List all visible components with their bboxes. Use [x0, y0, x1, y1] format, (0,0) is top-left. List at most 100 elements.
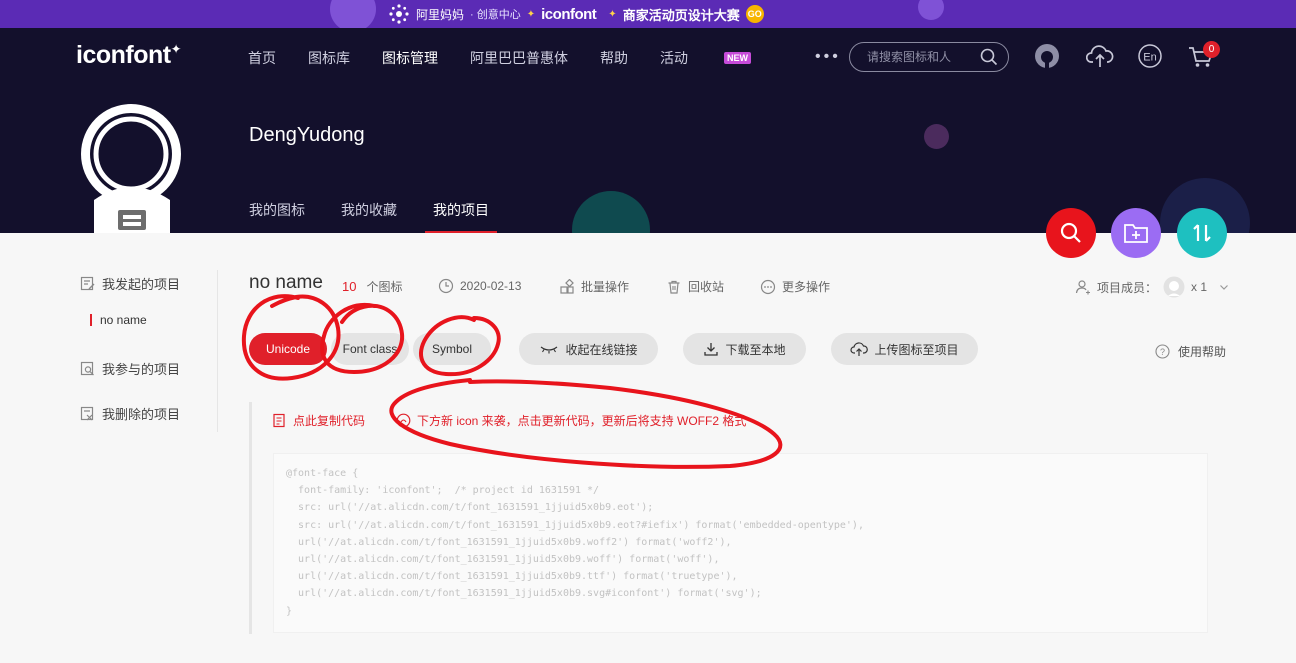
sidebar-divider	[217, 270, 218, 432]
upload-icons-label: 上传图标至项目	[874, 342, 959, 357]
code-section-border	[249, 402, 252, 634]
sparkle-icon: ✦	[526, 8, 536, 20]
banner-brand: 阿里妈妈	[416, 7, 465, 22]
nav-item-puhuiti[interactable]: 阿里巴巴普惠体	[470, 48, 568, 68]
delete-doc-icon	[80, 406, 94, 420]
info-circle-icon	[396, 413, 411, 428]
svg-text:?: ?	[1160, 347, 1165, 357]
alimama-logo-icon	[389, 4, 409, 24]
download-local-button[interactable]: 下载至本地	[683, 333, 806, 365]
tab-unicode[interactable]: Unicode	[249, 333, 327, 365]
icon-count: 10 个图标	[342, 278, 402, 295]
collapse-online-link-button[interactable]: 收起在线链接	[519, 333, 658, 365]
sidebar-item-label: 我删除的项目	[102, 406, 181, 422]
language-icon[interactable]: En	[1137, 43, 1163, 69]
recycle-bin-label: 回收站	[688, 280, 725, 294]
hero-decoration	[572, 191, 650, 233]
tab-font-class[interactable]: Font class	[331, 333, 409, 365]
tab-my-favorites[interactable]: 我的收藏	[341, 200, 397, 220]
search-input[interactable]: 请搜索图标和人	[849, 42, 1009, 72]
trash-icon	[668, 280, 680, 294]
github-icon[interactable]	[1034, 43, 1060, 69]
svg-text:En: En	[1143, 52, 1156, 64]
project-sidebar: 我发起的项目 no name 我参与的项目 我删除的项目	[80, 273, 217, 423]
fab-add-folder-button[interactable]	[1111, 208, 1161, 258]
sidebar-item-label: no name	[100, 313, 147, 327]
sidebar-item-label: 我参与的项目	[102, 361, 181, 377]
sidebar-item-label: 我发起的项目	[102, 276, 181, 292]
sidebar-item-joined-projects[interactable]: 我参与的项目	[80, 358, 217, 378]
usage-help-link[interactable]: ? 使用帮助	[1155, 343, 1226, 360]
main-nav: 首页 图标库 图标管理 阿里巴巴普惠体 帮助 活动 NEW •••	[248, 48, 873, 68]
eye-closed-icon	[541, 346, 558, 354]
more-operations-button[interactable]: 更多操作	[760, 278, 830, 295]
banner-iconfont-logo: iconfont	[541, 5, 597, 23]
sort-arrows-icon	[1193, 224, 1211, 242]
download-local-label: 下载至本地	[725, 342, 786, 357]
members-icon	[1075, 280, 1090, 295]
iconfont-logo[interactable]: iconfont✦	[76, 41, 182, 70]
banner-sub: · 创意中心	[470, 9, 521, 21]
upload-icons-button[interactable]: 上传图标至项目	[831, 333, 978, 365]
sidebar-item-started-projects[interactable]: 我发起的项目	[80, 273, 217, 293]
username: DengYudong	[249, 124, 365, 146]
fab-sort-button[interactable]	[1177, 208, 1227, 258]
banner-bubble-decoration	[330, 0, 376, 28]
nav-item-icon-management[interactable]: 图标管理	[382, 48, 438, 68]
nav-item-activity[interactable]: 活动 NEW	[660, 48, 783, 68]
font-face-code[interactable]: @font-face { font-family: 'iconfont'; /*…	[273, 453, 1208, 633]
project-title: no name	[249, 272, 323, 293]
members-count: x 1	[1191, 280, 1208, 294]
copy-code-label: 点此复制代码	[293, 414, 366, 428]
member-avatar	[1163, 276, 1185, 298]
more-operations-label: 更多操作	[782, 280, 831, 294]
upload-cloud-icon[interactable]	[1086, 43, 1114, 69]
promo-banner[interactable]: 阿里妈妈 · 创意中心 ✦ iconfont ✦ 商家活动页设计大赛 GO	[0, 0, 1296, 28]
nav-item-activity-label: 活动	[660, 50, 688, 66]
upload-cloud-icon	[850, 342, 869, 356]
search-placeholder: 请搜索图标和人	[867, 50, 952, 64]
fab-search-button[interactable]	[1046, 208, 1096, 258]
sidebar-item-current-project[interactable]: no name	[90, 313, 217, 327]
nav-item-icon-library[interactable]: 图标库	[308, 48, 350, 68]
copy-code-link[interactable]: 点此复制代码	[272, 412, 365, 429]
new-badge: NEW	[724, 52, 751, 64]
profile-tabs: 我的图标 我的收藏 我的项目	[249, 200, 525, 233]
update-notice[interactable]: 下方新 icon 来袭，点击更新代码，更新后将支持 WOFF2 格式	[396, 412, 746, 429]
chevron-down-icon	[1220, 285, 1228, 290]
download-icon	[704, 343, 719, 356]
tab-my-projects[interactable]: 我的项目	[425, 200, 497, 233]
nav-item-help[interactable]: 帮助	[600, 48, 628, 68]
icon-count-value: 10	[342, 279, 357, 294]
nav-item-home[interactable]: 首页	[248, 48, 276, 68]
usage-help-label: 使用帮助	[1178, 345, 1227, 359]
batch-operations-button[interactable]: 批量操作	[559, 278, 629, 295]
update-notice-label: 下方新 icon 来袭，点击更新代码，更新后将支持 WOFF2 格式	[417, 414, 747, 428]
batch-operations-label: 批量操作	[581, 280, 630, 294]
tab-symbol[interactable]: Symbol	[413, 333, 491, 365]
search-icon	[1060, 222, 1081, 243]
more-nav-icon[interactable]: •••	[815, 48, 841, 68]
sparkle-icon: ✦	[608, 8, 617, 20]
add-folder-icon	[1124, 224, 1148, 243]
search-icon[interactable]	[980, 48, 998, 66]
header: iconfont✦ 首页 图标库 图标管理 阿里巴巴普惠体 帮助 活动 NEW •…	[0, 28, 1296, 233]
clock-icon	[438, 278, 454, 294]
banner-bubble-decoration	[918, 0, 944, 20]
banner-campaign: 商家活动页设计大赛	[622, 7, 740, 23]
active-indicator	[90, 314, 92, 326]
banner-go-button[interactable]: GO	[745, 5, 764, 23]
edit-doc-icon	[80, 276, 95, 290]
recycle-bin-button[interactable]: 回收站	[666, 278, 724, 295]
project-members[interactable]: 项目成员： x 1	[1075, 276, 1229, 298]
help-icon: ?	[1155, 344, 1170, 359]
tab-my-icons[interactable]: 我的图标	[249, 200, 305, 220]
avatar[interactable]	[78, 102, 186, 233]
more-dots-icon	[760, 279, 776, 294]
sidebar-item-deleted-projects[interactable]: 我删除的项目	[80, 403, 217, 423]
collapse-online-link-label: 收起在线链接	[565, 342, 638, 357]
project-date: 2020-02-13	[438, 278, 521, 294]
project-date-value: 2020-02-13	[460, 279, 522, 293]
copy-doc-icon	[273, 413, 285, 428]
cart-count-badge: 0	[1203, 41, 1220, 58]
